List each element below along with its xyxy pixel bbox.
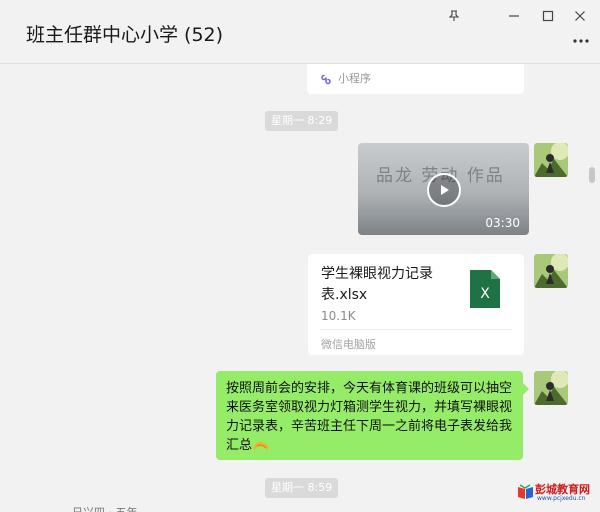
excel-icon: X — [470, 270, 500, 312]
avatar[interactable] — [534, 371, 568, 405]
window-header: 班主任群中心小学 (52) — [0, 0, 600, 64]
file-message[interactable]: 学生裸眼视力记录表.xlsx 10.1K X 微信电脑版 — [308, 254, 524, 355]
mini-program-label: 小程序 — [338, 72, 371, 85]
close-icon[interactable] — [569, 6, 591, 26]
pin-icon[interactable] — [443, 6, 465, 26]
file-size: 10.1K — [321, 309, 356, 323]
maximize-icon[interactable] — [537, 6, 559, 26]
watermark: 彭城教育网 www.pcjxedu.cn — [517, 481, 597, 505]
bow-emoji-icon — [252, 437, 270, 457]
file-source: 微信电脑版 — [321, 338, 376, 351]
chat-title: 班主任群中心小学 (52) — [26, 24, 224, 46]
play-icon[interactable] — [427, 173, 461, 207]
excel-icon-letter: X — [480, 286, 490, 302]
file-name: 学生裸眼视力记录表.xlsx — [321, 266, 433, 303]
more-dots-icon[interactable] — [570, 34, 592, 48]
text-message-bubble[interactable]: 按照周前会的安排，今天有体育课的班级可以抽空来医务室领取视力灯箱测学生视力，并填… — [216, 371, 529, 460]
video-message[interactable]: 品龙 劳动 作品 03:30 — [358, 143, 529, 235]
avatar[interactable] — [534, 143, 568, 177]
video-duration: 03:30 — [485, 216, 520, 230]
mini-program-icon — [320, 71, 333, 90]
timestamp: 星期一 8:29 — [265, 111, 339, 131]
timestamp: 星期一 8:59 — [265, 478, 339, 498]
scrollbar-thumb[interactable] — [589, 167, 595, 183]
minimize-icon[interactable] — [503, 6, 525, 26]
chat-area[interactable]: 小程序 星期一 8:29 品龙 劳动 作品 03:30 学生裸眼视力记录表.xl… — [0, 64, 600, 512]
watermark-url: www.pcjxedu.cn — [537, 495, 586, 502]
avatar[interactable] — [534, 254, 568, 288]
partial-message: 日兴四 · 五年 — [72, 504, 138, 512]
watermark-book-icon — [518, 484, 533, 499]
mini-program-card[interactable]: 小程序 — [307, 64, 524, 94]
